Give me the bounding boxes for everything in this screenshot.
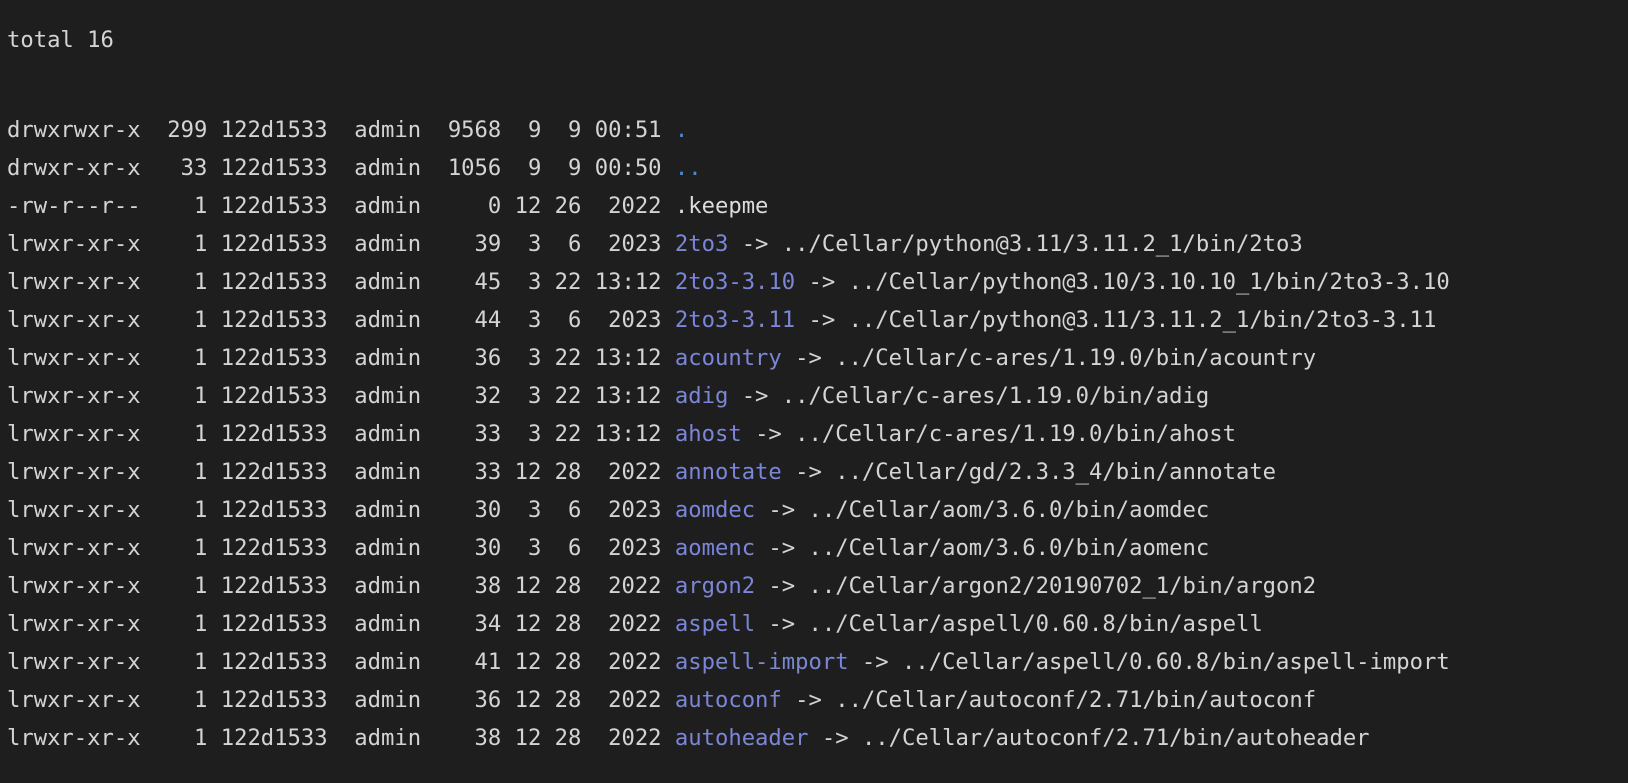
terminal-output[interactable]: total 16 drwxrwxr-x 299 122d1533 admin 9… xyxy=(7,0,1628,751)
symlink-target: ../Cellar/aom/3.6.0/bin/aomenc xyxy=(808,535,1210,561)
symlink-arrow: -> xyxy=(768,497,796,523)
listing-row: lrwxr-xr-x 1 122d1533 admin 32 3 22 13:1… xyxy=(7,377,1628,415)
listing-row: lrwxr-xr-x 1 122d1533 admin 45 3 22 13:1… xyxy=(7,263,1628,301)
symlink-arrow: -> xyxy=(768,535,796,561)
symlink-arrow: -> xyxy=(795,345,822,371)
symlink-arrow: -> xyxy=(768,611,796,637)
symlink-target: ../Cellar/aspell/0.60.8/bin/aspell-impor… xyxy=(902,649,1450,675)
listing-row: lrwxr-xr-x 1 122d1533 admin 44 3 6 2023 … xyxy=(7,301,1628,339)
entry-metadata: lrwxr-xr-x 1 122d1533 admin 38 12 28 202… xyxy=(7,573,662,599)
total-line: total 16 xyxy=(7,27,114,53)
listing-row: -rw-r--r-- 1 122d1533 admin 0 12 26 2022… xyxy=(7,187,1628,225)
symlink-target: ../Cellar/argon2/20190702_1/bin/argon2 xyxy=(808,573,1317,599)
entry-metadata: lrwxr-xr-x 1 122d1533 admin 33 3 22 13:1… xyxy=(7,421,662,447)
listing-row: lrwxr-xr-x 1 122d1533 admin 33 12 28 202… xyxy=(7,453,1628,491)
entry-metadata: -rw-r--r-- 1 122d1533 admin 0 12 26 2022 xyxy=(7,193,662,219)
symlink-arrow: -> xyxy=(808,269,836,295)
symlink-arrow: -> xyxy=(755,421,782,447)
listing-row: lrwxr-xr-x 1 122d1533 admin 38 12 28 202… xyxy=(7,719,1628,757)
entry-metadata: lrwxr-xr-x 1 122d1533 admin 44 3 6 2023 xyxy=(7,307,662,333)
symlink-target: ../Cellar/c-ares/1.19.0/bin/ahost xyxy=(795,421,1236,447)
entry-name: aomdec xyxy=(674,497,756,523)
symlink-target: ../Cellar/gd/2.3.3_4/bin/annotate xyxy=(835,459,1277,485)
entry-metadata: lrwxr-xr-x 1 122d1533 admin 36 3 22 13:1… xyxy=(7,345,662,371)
entry-metadata: lrwxr-xr-x 1 122d1533 admin 38 12 28 202… xyxy=(7,725,662,751)
entry-metadata: lrwxr-xr-x 1 122d1533 admin 32 3 22 13:1… xyxy=(7,383,662,409)
listing-row: drwxr-xr-x 33 122d1533 admin 1056 9 9 00… xyxy=(7,149,1628,187)
entry-metadata: drwxrwxr-x 299 122d1533 admin 9568 9 9 0… xyxy=(7,117,662,143)
symlink-target: ../Cellar/aom/3.6.0/bin/aomdec xyxy=(808,497,1210,523)
symlink-arrow: -> xyxy=(821,725,849,751)
listing-row: drwxrwxr-x 299 122d1533 admin 9568 9 9 0… xyxy=(7,111,1628,149)
symlink-arrow: -> xyxy=(808,307,836,333)
entry-name: aomenc xyxy=(674,535,756,561)
entry-name: ahost xyxy=(674,421,742,447)
entry-name: annotate xyxy=(674,459,782,485)
symlink-target: ../Cellar/autoconf/2.71/bin/autoconf xyxy=(835,687,1317,713)
entry-metadata: lrwxr-xr-x 1 122d1533 admin 45 3 22 13:1… xyxy=(7,269,662,295)
symlink-arrow: -> xyxy=(795,687,822,713)
entry-name: argon2 xyxy=(674,573,756,599)
symlink-target: ../Cellar/c-ares/1.19.0/bin/adig xyxy=(781,383,1210,409)
entry-name: autoheader xyxy=(674,725,809,751)
file-listing: drwxrwxr-x 299 122d1533 admin 9568 9 9 0… xyxy=(7,111,1628,757)
listing-row: lrwxr-xr-x 1 122d1533 admin 36 3 22 13:1… xyxy=(7,339,1628,377)
entry-name: adig xyxy=(674,383,729,409)
symlink-target: ../Cellar/c-ares/1.19.0/bin/acountry xyxy=(835,345,1317,371)
entry-name: aspell xyxy=(674,611,756,637)
symlink-target: ../Cellar/python@3.11/3.11.2_1/bin/2to3-… xyxy=(848,307,1437,333)
entry-name: acountry xyxy=(674,345,782,371)
symlink-arrow: -> xyxy=(861,649,889,675)
entry-metadata: lrwxr-xr-x 1 122d1533 admin 39 3 6 2023 xyxy=(7,231,662,257)
symlink-target: ../Cellar/autoconf/2.71/bin/autoheader xyxy=(861,725,1370,751)
listing-row: lrwxr-xr-x 1 122d1533 admin 38 12 28 202… xyxy=(7,567,1628,605)
entry-metadata: lrwxr-xr-x 1 122d1533 admin 34 12 28 202… xyxy=(7,611,662,637)
entry-metadata: lrwxr-xr-x 1 122d1533 admin 41 12 28 202… xyxy=(7,649,662,675)
listing-row: lrwxr-xr-x 1 122d1533 admin 30 3 6 2023 … xyxy=(7,529,1628,567)
entry-metadata: lrwxr-xr-x 1 122d1533 admin 30 3 6 2023 xyxy=(7,497,662,523)
symlink-arrow: -> xyxy=(795,459,822,485)
listing-row: lrwxr-xr-x 1 122d1533 admin 41 12 28 202… xyxy=(7,643,1628,681)
symlink-arrow: -> xyxy=(741,383,769,409)
entry-metadata: lrwxr-xr-x 1 122d1533 admin 36 12 28 202… xyxy=(7,687,662,713)
listing-row: lrwxr-xr-x 1 122d1533 admin 30 3 6 2023 … xyxy=(7,491,1628,529)
symlink-target: ../Cellar/python@3.11/3.11.2_1/bin/2to3 xyxy=(781,231,1303,257)
entry-name: autoconf xyxy=(674,687,782,713)
symlink-arrow: -> xyxy=(741,231,769,257)
listing-row: lrwxr-xr-x 1 122d1533 admin 34 12 28 202… xyxy=(7,605,1628,643)
entry-name: . xyxy=(674,117,689,143)
entry-metadata: lrwxr-xr-x 1 122d1533 admin 30 3 6 2023 xyxy=(7,535,662,561)
entry-name: 2to3-3.11 xyxy=(674,307,796,333)
entry-name: 2to3-3.10 xyxy=(674,269,796,295)
entry-metadata: drwxr-xr-x 33 122d1533 admin 1056 9 9 00… xyxy=(7,155,662,181)
symlink-target: ../Cellar/aspell/0.60.8/bin/aspell xyxy=(808,611,1263,637)
entry-name: 2to3 xyxy=(674,231,729,257)
listing-row: lrwxr-xr-x 1 122d1533 admin 36 12 28 202… xyxy=(7,681,1628,719)
symlink-target: ../Cellar/python@3.10/3.10.10_1/bin/2to3… xyxy=(848,269,1450,295)
entry-metadata: lrwxr-xr-x 1 122d1533 admin 33 12 28 202… xyxy=(7,459,662,485)
listing-row: lrwxr-xr-x 1 122d1533 admin 33 3 22 13:1… xyxy=(7,415,1628,453)
entry-name: .. xyxy=(674,155,702,181)
symlink-arrow: -> xyxy=(768,573,796,599)
listing-row: lrwxr-xr-x 1 122d1533 admin 39 3 6 2023 … xyxy=(7,225,1628,263)
entry-name: aspell-import xyxy=(674,649,849,675)
entry-name: .keepme xyxy=(674,193,769,219)
